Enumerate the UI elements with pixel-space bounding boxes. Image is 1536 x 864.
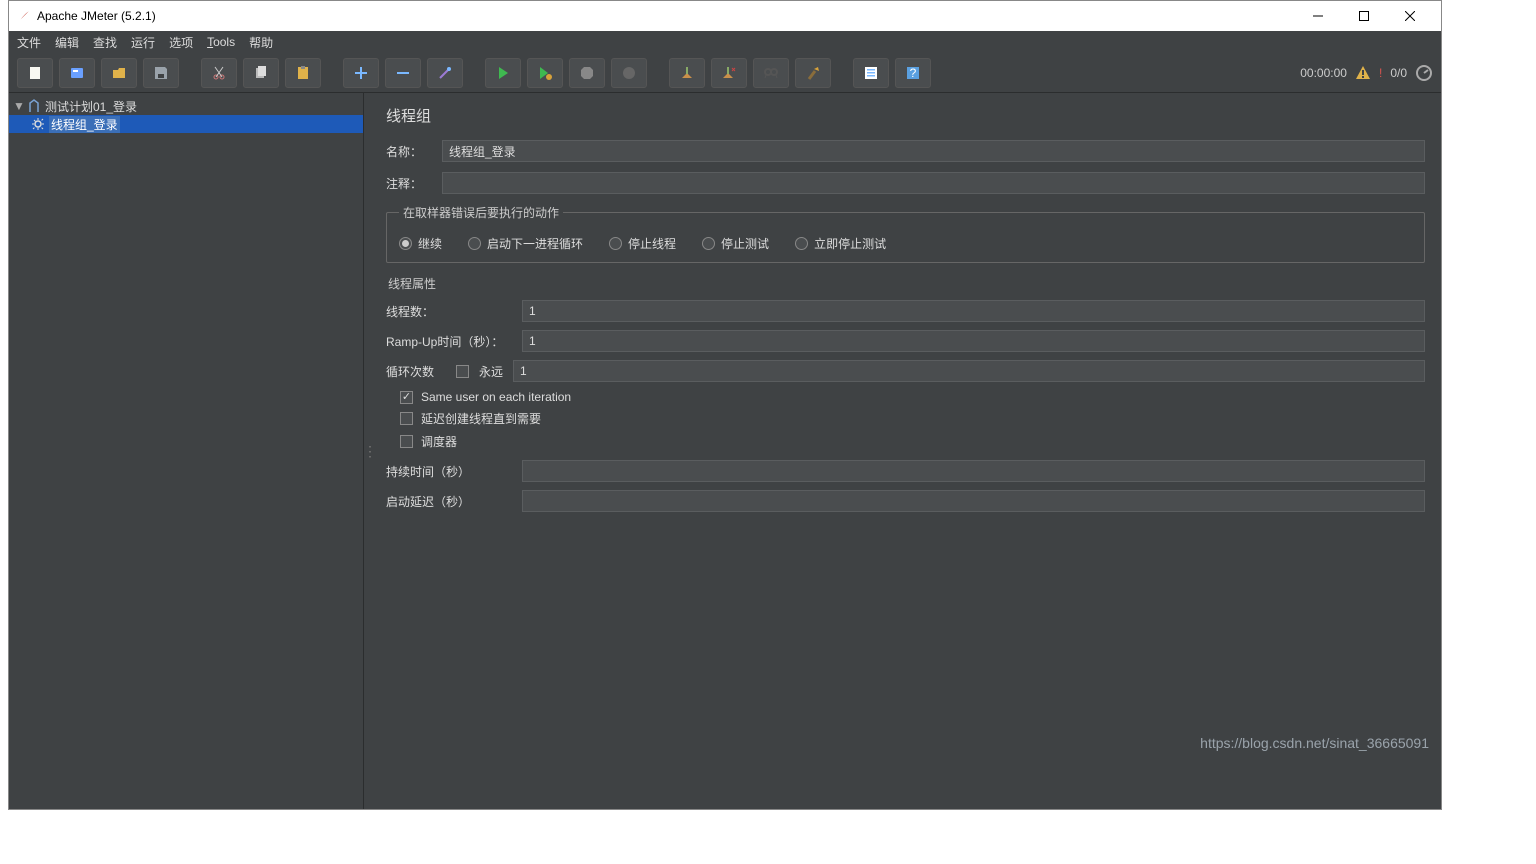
gauge-icon[interactable] — [1415, 64, 1433, 82]
tb-start-no-pause[interactable] — [527, 58, 563, 88]
collapse-icon[interactable]: ▼ — [13, 99, 23, 113]
svg-text:?: ? — [910, 66, 917, 80]
duration-label: 持续时间（秒） — [386, 463, 512, 480]
loop-label: 循环次数 — [386, 363, 446, 380]
scheduler-checkbox[interactable] — [400, 435, 413, 448]
tb-clear[interactable] — [669, 58, 705, 88]
menu-run[interactable]: 运行 — [131, 34, 155, 51]
tb-reset-search[interactable] — [795, 58, 831, 88]
rampup-label: Ramp-Up时间（秒）： — [386, 333, 512, 350]
forever-label: 永远 — [479, 363, 503, 380]
minimize-button[interactable] — [1295, 1, 1341, 31]
app-icon — [17, 9, 31, 23]
on-error-group: 在取样器错误后要执行的动作 继续 启动下一进程循环 停止线程 停止测试 立即停止… — [386, 204, 1425, 263]
tb-search[interactable] — [753, 58, 789, 88]
tb-cut[interactable] — [201, 58, 237, 88]
scheduler-label: 调度器 — [421, 433, 457, 450]
app-window: Apache JMeter (5.2.1) 文件 编辑 查找 运行 选项 Too… — [8, 0, 1442, 810]
rampup-input[interactable] — [522, 330, 1425, 352]
tree-root[interactable]: ▼ 测试计划01_登录 — [9, 97, 363, 115]
same-user-checkbox[interactable] — [400, 391, 413, 404]
loop-input[interactable] — [513, 360, 1425, 382]
radio-stop-thread[interactable]: 停止线程 — [609, 235, 676, 252]
tb-copy[interactable] — [243, 58, 279, 88]
content-area: ▼ 测试计划01_登录 线程组_登录 ⋮ 线程组 名称： 注释： 在取样器错误后… — [9, 93, 1441, 809]
thread-count: 0/0 — [1390, 66, 1407, 80]
tb-expand[interactable] — [343, 58, 379, 88]
comment-input[interactable] — [442, 172, 1425, 194]
window-title: Apache JMeter (5.2.1) — [37, 9, 1295, 23]
radio-next-loop[interactable]: 启动下一进程循环 — [468, 235, 583, 252]
threads-label: 线程数： — [386, 303, 512, 320]
startup-delay-input[interactable] — [522, 490, 1425, 512]
tree-root-label: 测试计划01_登录 — [45, 98, 137, 115]
startup-delay-label: 启动延迟（秒） — [386, 493, 512, 510]
menu-search[interactable]: 查找 — [93, 34, 117, 51]
splitter-handle[interactable]: ⋮ — [364, 93, 376, 809]
forever-checkbox[interactable] — [456, 365, 469, 378]
menu-help[interactable]: 帮助 — [249, 34, 273, 51]
close-button[interactable] — [1387, 1, 1433, 31]
tb-save[interactable] — [143, 58, 179, 88]
tb-help[interactable]: ? — [895, 58, 931, 88]
tb-collapse[interactable] — [385, 58, 421, 88]
tb-templates[interactable] — [59, 58, 95, 88]
comment-row: 注释： — [386, 172, 1425, 194]
editor-panel: 线程组 名称： 注释： 在取样器错误后要执行的动作 继续 启动下一进程循环 停止… — [376, 93, 1441, 809]
tb-paste[interactable] — [285, 58, 321, 88]
props-title: 线程属性 — [388, 275, 1425, 292]
menu-options[interactable]: 选项 — [169, 34, 193, 51]
menubar: 文件 编辑 查找 运行 选项 Tools 帮助 — [9, 31, 1441, 53]
delay-create-checkbox[interactable] — [400, 412, 413, 425]
same-user-label: Same user on each iteration — [421, 390, 571, 404]
tb-stop[interactable] — [569, 58, 605, 88]
radio-stop-now[interactable]: 立即停止测试 — [795, 235, 886, 252]
elapsed-time: 00:00:00 — [1300, 66, 1347, 80]
tree-threadgroup-label: 线程组_登录 — [49, 116, 120, 133]
radio-continue[interactable]: 继续 — [399, 235, 442, 252]
menu-edit[interactable]: 编辑 — [55, 34, 79, 51]
toolbar: ? 00:00:00 ! 0/0 — [9, 53, 1441, 93]
name-input[interactable] — [442, 140, 1425, 162]
warning-icon[interactable] — [1355, 65, 1371, 81]
delay-create-label: 延迟创建线程直到需要 — [421, 410, 541, 427]
tree-threadgroup[interactable]: 线程组_登录 — [9, 115, 363, 133]
maximize-button[interactable] — [1341, 1, 1387, 31]
thread-properties: 线程属性 线程数： Ramp-Up时间（秒）： 循环次数 永远 Same use… — [386, 271, 1425, 520]
external-gutter — [0, 0, 8, 864]
tb-shutdown[interactable] — [611, 58, 647, 88]
menu-tools[interactable]: Tools — [207, 35, 235, 49]
on-error-legend: 在取样器错误后要执行的动作 — [399, 204, 563, 221]
comment-label: 注释： — [386, 175, 434, 192]
duration-input[interactable] — [522, 460, 1425, 482]
tb-start[interactable] — [485, 58, 521, 88]
titlebar: Apache JMeter (5.2.1) — [9, 1, 1441, 31]
menu-file[interactable]: 文件 — [17, 34, 41, 51]
tb-clear-all[interactable] — [711, 58, 747, 88]
tb-function-helper[interactable] — [853, 58, 889, 88]
gear-icon — [31, 117, 45, 131]
tb-new[interactable] — [17, 58, 53, 88]
name-row: 名称： — [386, 140, 1425, 162]
toolbar-status: 00:00:00 ! 0/0 — [1300, 64, 1433, 82]
tb-toggle[interactable] — [427, 58, 463, 88]
tb-open[interactable] — [101, 58, 137, 88]
panel-title: 线程组 — [386, 105, 1425, 126]
warning-count: ! — [1379, 66, 1382, 80]
name-label: 名称： — [386, 143, 434, 160]
radio-stop-test[interactable]: 停止测试 — [702, 235, 769, 252]
tree-panel[interactable]: ▼ 测试计划01_登录 线程组_登录 — [9, 93, 364, 809]
threads-input[interactable] — [522, 300, 1425, 322]
testplan-icon — [27, 99, 41, 113]
